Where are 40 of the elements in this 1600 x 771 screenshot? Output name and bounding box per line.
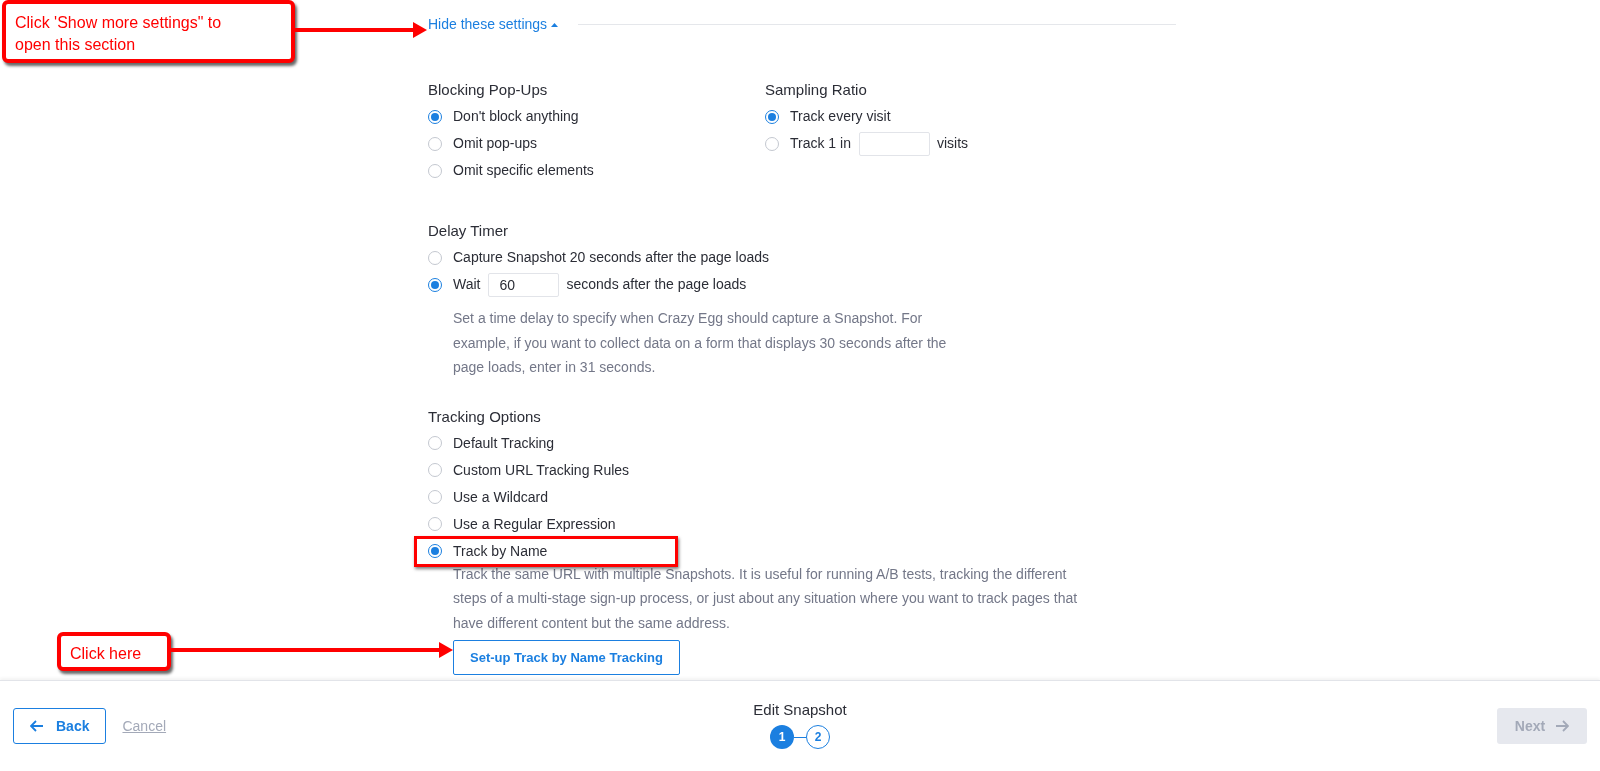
option-label: Custom URL Tracking Rules [453,460,630,480]
radio-button[interactable] [428,463,442,477]
radio-button[interactable] [428,250,442,265]
option-label: Track every visit [790,107,891,126]
option-suffix: visits [936,134,969,153]
number-field[interactable] [858,131,930,156]
option-label: Default Tracking [453,433,555,453]
step-indicator: 1 [770,725,794,750]
help-text: Set a time delay to specify when Crazy Egg should capture a Snapshot. For example, if you want to collect data on a form that displays 30 seconds after the page loads, enter in 31 seconds. [453,309,948,377]
radio-button[interactable] [428,163,442,178]
radio-button[interactable] [428,517,442,531]
option-suffix: seconds after the page loads [566,275,747,294]
arrow-right-icon [1555,720,1570,732]
option-label: Omit pop-ups [453,134,538,153]
hide-settings-link[interactable]: Hide these settings [428,14,559,35]
section-title: Blocking Pop-Ups [428,80,549,100]
cancel-link[interactable]: Cancel [122,715,167,737]
section-title: Tracking Options [428,406,542,427]
radio-button[interactable] [428,436,442,450]
help-text: Track the same URL with multiple Snapshots. It is useful for running A/B tests, tracking the different steps of a multi-stage sign-up process, or just about any situation where you want to track pages that have different content but the same address. [453,564,1079,633]
option-label: Track 1 in [790,134,851,153]
option-label: Omit specific elements [453,161,594,180]
option-label: Wait [453,275,481,294]
callout-note: Click 'Show more settings" to open this section [2,0,295,63]
option-label: Track by Name [453,541,548,561]
callout-note: Click here [57,632,171,671]
radio-button[interactable] [428,490,442,504]
radio-button[interactable] [765,136,779,151]
option-label: Capture Snapshot 20 seconds after the page loads [453,248,769,267]
step-title: Edit Snapshot [753,699,847,720]
arrow-left-icon [30,720,44,732]
back-button[interactable]: Back [13,708,107,744]
section-title: Delay Timer [428,221,510,241]
number-field[interactable]: 60 [488,272,560,297]
option-label: Use a Regular Expression [453,514,616,534]
setup-button[interactable]: Set-up Track by Name Tracking [453,640,680,675]
section-title: Sampling Ratio [765,80,868,100]
radio-button[interactable] [428,136,442,151]
option-label: Don't block anything [453,107,579,126]
option-label: Use a Wildcard [453,487,548,507]
